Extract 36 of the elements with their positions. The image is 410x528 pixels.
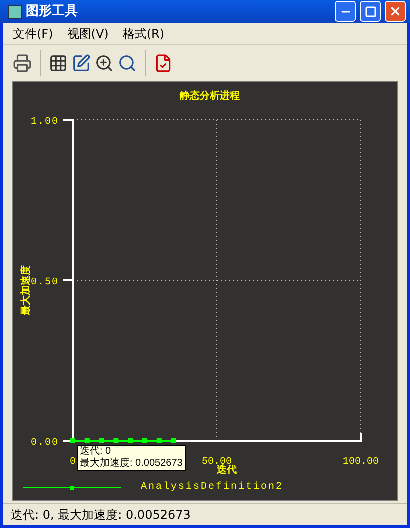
data-point [114, 438, 119, 444]
legend-line-icon [22, 486, 122, 490]
y-axis-label: 最大加速度 [21, 266, 32, 316]
data-point [84, 438, 90, 444]
close-icon [389, 5, 402, 18]
data-point [171, 438, 176, 444]
zoom-window-icon[interactable] [118, 54, 137, 72]
maximize-icon [364, 6, 376, 18]
window-title: 图形工具 [26, 2, 79, 21]
data-point [156, 438, 162, 444]
data-point [70, 438, 76, 444]
grid-icon[interactable] [49, 54, 68, 72]
minimize-button[interactable] [335, 1, 356, 22]
y-tick-label: 0.50 [30, 278, 59, 288]
data-point [142, 438, 148, 444]
data-point [99, 438, 104, 444]
zoom-in-icon[interactable] [95, 54, 114, 72]
menu-item[interactable]: 视图(V) [67, 24, 109, 42]
legend-label: AnalysisDefinition2 [141, 482, 284, 493]
y-tick-label: 1.00 [30, 117, 59, 128]
document-check-icon[interactable] [154, 54, 173, 72]
printer-icon[interactable] [13, 54, 32, 72]
maximize-button[interactable] [360, 1, 381, 22]
tooltip-line: 迭代: 0 [80, 446, 112, 458]
chart-title: 静态分析进程 [180, 91, 240, 102]
x-tick-label: 100.00 [343, 457, 379, 468]
menu-item[interactable]: 格式(R) [122, 24, 165, 42]
x-tick-label: 0 [70, 457, 76, 468]
status-text: 迭代: 0, 最大加速度: 0.0052673 [11, 506, 191, 524]
menu-item[interactable]: 文件(F) [13, 24, 54, 42]
data-point [128, 438, 134, 444]
app-icon [8, 4, 22, 18]
edit-icon[interactable] [72, 54, 91, 72]
close-button[interactable] [385, 1, 406, 22]
y-tick-label: 0.00 [30, 438, 59, 449]
tooltip-line: 最大加速度: 0.0052673 [80, 458, 183, 470]
